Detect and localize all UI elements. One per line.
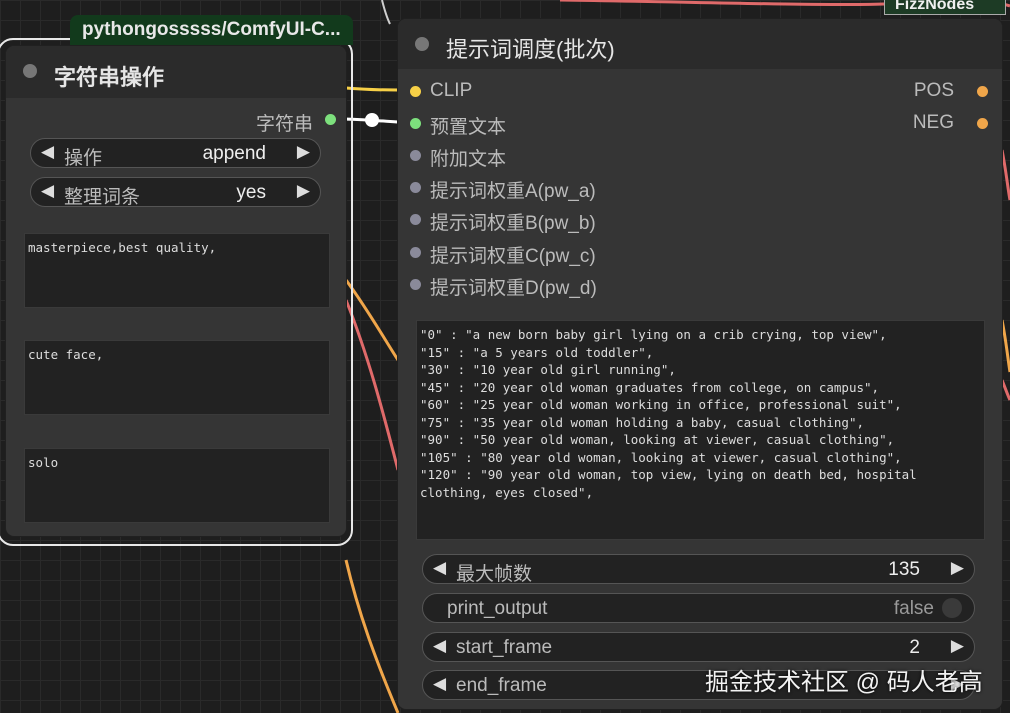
node-source-badge: pythongosssss/ComfyUI-C...: [70, 15, 353, 45]
text-input-c[interactable]: solo: [24, 448, 330, 523]
output-label: POS: [913, 80, 954, 101]
arrow-left-icon[interactable]: ◀: [41, 142, 54, 162]
widget-value: yes: [236, 182, 266, 203]
watermark: 掘金技术社区 @ 码人老高: [705, 669, 983, 696]
arrow-left-icon[interactable]: ◀: [41, 181, 54, 201]
output-string[interactable]: 字符串: [256, 109, 336, 136]
wire-red-left: [344, 299, 400, 471]
wire-junction: [365, 113, 379, 127]
collapse-dot-icon[interactable]: [23, 64, 37, 78]
widget-value: append: [202, 143, 266, 164]
string-port-icon[interactable]: [410, 118, 421, 129]
print-output-toggle[interactable]: print_output false: [422, 593, 975, 623]
arrow-left-icon[interactable]: ◀: [433, 674, 446, 694]
wire-orange-right: [1000, 319, 1010, 373]
arrow-left-icon[interactable]: ◀: [433, 636, 446, 656]
node-title: 提示词调度(批次): [446, 37, 615, 62]
output-label: 字符串: [256, 114, 314, 135]
conditioning-port-icon[interactable]: [977, 118, 988, 129]
input-label: 提示词权重B(pw_b): [430, 213, 596, 234]
widget-label: end_frame: [456, 675, 547, 696]
conditioning-port-icon[interactable]: [977, 86, 988, 97]
clip-port-icon[interactable]: [410, 86, 421, 97]
string-operation-node[interactable]: 字符串操作 字符串 ◀ 操作 append ▶ ◀ 整理词条 yes ▶ mas…: [6, 46, 346, 536]
batch-prompt-schedule-node[interactable]: 提示词调度(批次) CLIP 预置文本 附加文本 提示词权重A(pw_a) 提示…: [398, 19, 1002, 709]
widget-label: start_frame: [456, 637, 553, 658]
input-label: 提示词权重C(pw_c): [430, 246, 596, 267]
wire-red-top: [559, 0, 885, 7]
widget-label: 操作: [64, 148, 103, 169]
input-label: CLIP: [430, 80, 473, 101]
widget-value: false: [893, 598, 934, 619]
wire-yellow-clip: [345, 86, 399, 92]
string-port-icon[interactable]: [410, 150, 421, 161]
toggle-knob-icon[interactable]: [942, 598, 962, 618]
node-title-bar[interactable]: 字符串操作: [6, 46, 346, 98]
float-port-icon[interactable]: [410, 279, 421, 290]
max-frames-widget[interactable]: ◀ 最大帧数 135 ▶: [422, 554, 975, 585]
node-title: 字符串操作: [54, 65, 165, 90]
float-port-icon[interactable]: [410, 247, 421, 258]
widget-value: 135: [888, 559, 920, 580]
node-title-bar[interactable]: 提示词调度(批次): [398, 19, 1002, 69]
wire-white-top: [381, 0, 391, 25]
tidy-tags-combo[interactable]: ◀ 整理词条 yes ▶: [30, 177, 321, 208]
widget-value: 2: [909, 637, 920, 658]
text-input-b[interactable]: cute face,: [24, 340, 330, 415]
wire-orange-left-lower: [344, 559, 400, 713]
widget-label: 最大帧数: [456, 564, 533, 585]
widget-label: print_output: [447, 598, 548, 619]
input-label: 预置文本: [430, 117, 507, 138]
float-port-icon[interactable]: [410, 182, 421, 193]
arrow-right-icon[interactable]: ▶: [951, 558, 964, 578]
arrow-right-icon[interactable]: ▶: [297, 181, 310, 201]
wire-orange-left: [344, 279, 400, 361]
widget-label: 整理词条: [64, 187, 141, 208]
collapse-dot-icon[interactable]: [415, 37, 429, 51]
fizznodes-badge: FizzNodes: [884, 0, 1006, 15]
schedule-text-input[interactable]: "0" : "a new born baby girl lying on a c…: [416, 320, 985, 540]
start-frame-widget[interactable]: ◀ start_frame 2 ▶: [422, 632, 975, 662]
input-label: 提示词权重D(pw_d): [430, 278, 597, 299]
input-label: 提示词权重A(pw_a): [430, 181, 596, 202]
output-port-icon[interactable]: [325, 114, 336, 125]
output-neg[interactable]: NEG: [908, 112, 988, 136]
arrow-left-icon[interactable]: ◀: [433, 558, 446, 578]
output-label: NEG: [912, 112, 954, 133]
input-label: 附加文本: [430, 149, 507, 170]
operation-combo[interactable]: ◀ 操作 append ▶: [30, 138, 321, 169]
wire-red-right-lower: [1000, 379, 1010, 401]
float-port-icon[interactable]: [410, 214, 421, 225]
arrow-right-icon[interactable]: ▶: [297, 142, 310, 162]
arrow-right-icon[interactable]: ▶: [951, 636, 964, 656]
output-pos[interactable]: POS: [908, 80, 988, 104]
text-input-a[interactable]: masterpiece,best quality,: [24, 233, 330, 308]
wire-red-right: [1000, 149, 1010, 201]
